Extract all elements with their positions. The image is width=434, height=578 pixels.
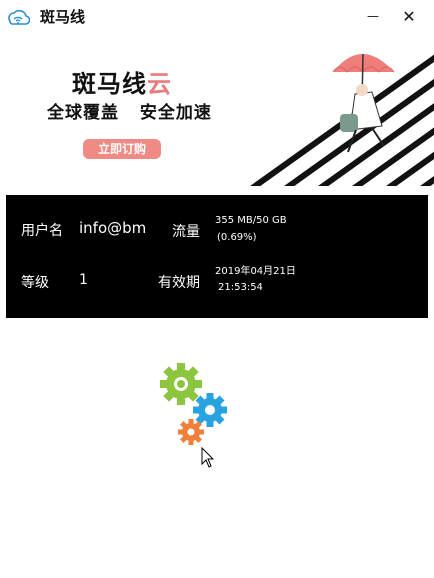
- traffic-value: 355 MB/50 GB: [215, 215, 287, 226]
- expiry-time: 21:53:54: [218, 282, 263, 293]
- level-value: 1: [79, 272, 88, 288]
- traffic-percent: (0.69%): [217, 232, 257, 243]
- username-label: 用户名: [21, 223, 63, 239]
- brand-accent: 云: [147, 70, 172, 98]
- window-title: 斑马线: [40, 8, 86, 26]
- title-bar: 斑马线 — ✕: [0, 0, 434, 34]
- promo-banner: 斑马线云 全球覆盖 安全加速 立即订购: [0, 34, 434, 186]
- subscribe-button[interactable]: 立即订购: [83, 139, 161, 159]
- traffic-label: 流量: [172, 224, 200, 240]
- username-value: info@bm: [79, 219, 147, 237]
- expiry-label: 有效期: [158, 275, 200, 291]
- wifi-cloud-icon: [8, 9, 30, 25]
- brand-slogan: 全球覆盖 安全加速: [47, 103, 212, 123]
- close-icon: ✕: [402, 6, 416, 26]
- minimize-icon: —: [367, 9, 379, 23]
- account-info-panel: 用户名 info@bm 流量 355 MB/50 GB (0.69%) 等级 1…: [6, 195, 428, 318]
- gear-orange-icon: [178, 419, 204, 445]
- brand-title: 斑马线云: [72, 64, 172, 99]
- gears-loading-icon: [160, 363, 227, 445]
- level-label: 等级: [21, 275, 49, 291]
- mouse-cursor-icon: [201, 447, 215, 468]
- brand-main: 斑马线: [72, 70, 147, 98]
- expiry-date: 2019年04月21日: [215, 266, 296, 277]
- close-button[interactable]: ✕: [392, 0, 426, 32]
- minimize-button[interactable]: —: [356, 0, 390, 32]
- gear-green-icon: [160, 363, 202, 405]
